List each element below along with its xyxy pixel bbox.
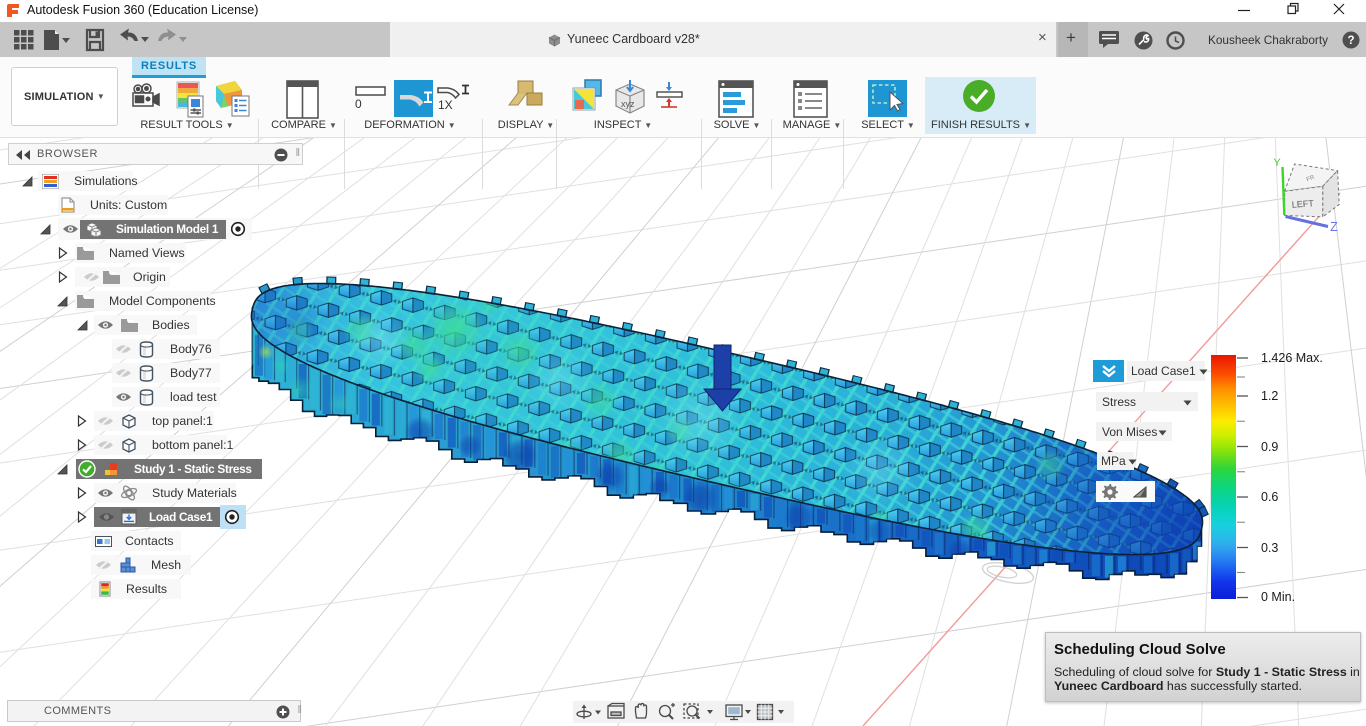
svg-text:LEFT: LEFT	[1291, 198, 1314, 210]
svg-text:0: 0	[355, 97, 362, 111]
svg-text:Z: Z	[1330, 220, 1338, 234]
svg-text:?: ?	[1347, 35, 1354, 47]
svg-text:xyz: xyz	[621, 99, 635, 109]
svg-text:Y: Y	[1273, 157, 1281, 169]
svg-text:1X: 1X	[438, 98, 453, 112]
